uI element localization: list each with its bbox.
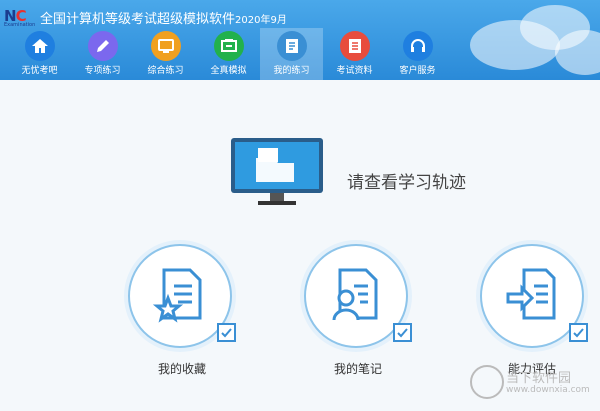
pencil-icon [87,31,118,61]
nav-item-exam-materials[interactable]: 考试资料 [323,28,386,80]
nav-label: 考试资料 [336,66,373,76]
nav-item-my-practice[interactable]: 我的练习 [260,28,323,80]
cloud-decoration [555,30,600,75]
top-bar: NC Examination 全国计算机等级考试超级模拟软件2020年9月 无忧… [0,0,600,80]
watermark: 当下软件园 www.downxia.com [470,365,595,407]
nav-item-home[interactable]: 无忧考吧 [8,28,71,80]
nav-item-special-practice[interactable]: 专项练习 [71,28,134,80]
nav-item-comprehensive-practice[interactable]: 综合练习 [134,28,197,80]
note-document-icon [332,268,378,321]
app-date: 2020年9月 [235,15,287,26]
headset-icon [402,31,433,61]
nav-label: 全真模拟 [210,66,247,76]
nav-item-mock-exam[interactable]: 全真模拟 [197,28,260,80]
home-icon [24,31,55,61]
favorite-document-icon [152,268,202,323]
folder-monitor-illustration [230,136,325,215]
checkbox-icon [393,323,412,342]
watermark-url: www.downxia.com [506,385,590,395]
nav-label: 专项练习 [84,66,121,76]
favorites-button[interactable] [128,244,236,348]
nav-label: 我的练习 [273,66,310,76]
checkbox-icon [569,323,588,342]
assessment-button[interactable] [480,244,588,348]
nav-item-customer-service[interactable]: 客户服务 [386,28,449,80]
assessment-document-icon [506,268,556,320]
monitor-icon [150,31,181,61]
notebook-icon [276,31,307,61]
watermark-text: 当下软件园 [506,371,572,386]
checkbox-icon [217,323,236,342]
notes-button[interactable] [304,244,412,348]
main-nav: 无忧考吧 专项练习 综合练习 全真模拟 我的练习 考试资料 客户服务 [8,28,449,80]
notes-label: 我的笔记 [333,362,382,376]
nav-label: 客户服务 [399,66,436,76]
watermark-logo-icon [470,365,504,399]
app-title: 全国计算机等级考试超级模拟软件2020年9月 [40,12,287,27]
favorites-label: 我的收藏 [157,362,206,376]
document-icon [339,31,370,61]
exam-icon [213,31,244,61]
nav-label: 无忧考吧 [21,66,58,76]
learning-track-prompt: 请查看学习轨迹 [347,173,466,193]
nav-label: 综合练习 [147,66,184,76]
